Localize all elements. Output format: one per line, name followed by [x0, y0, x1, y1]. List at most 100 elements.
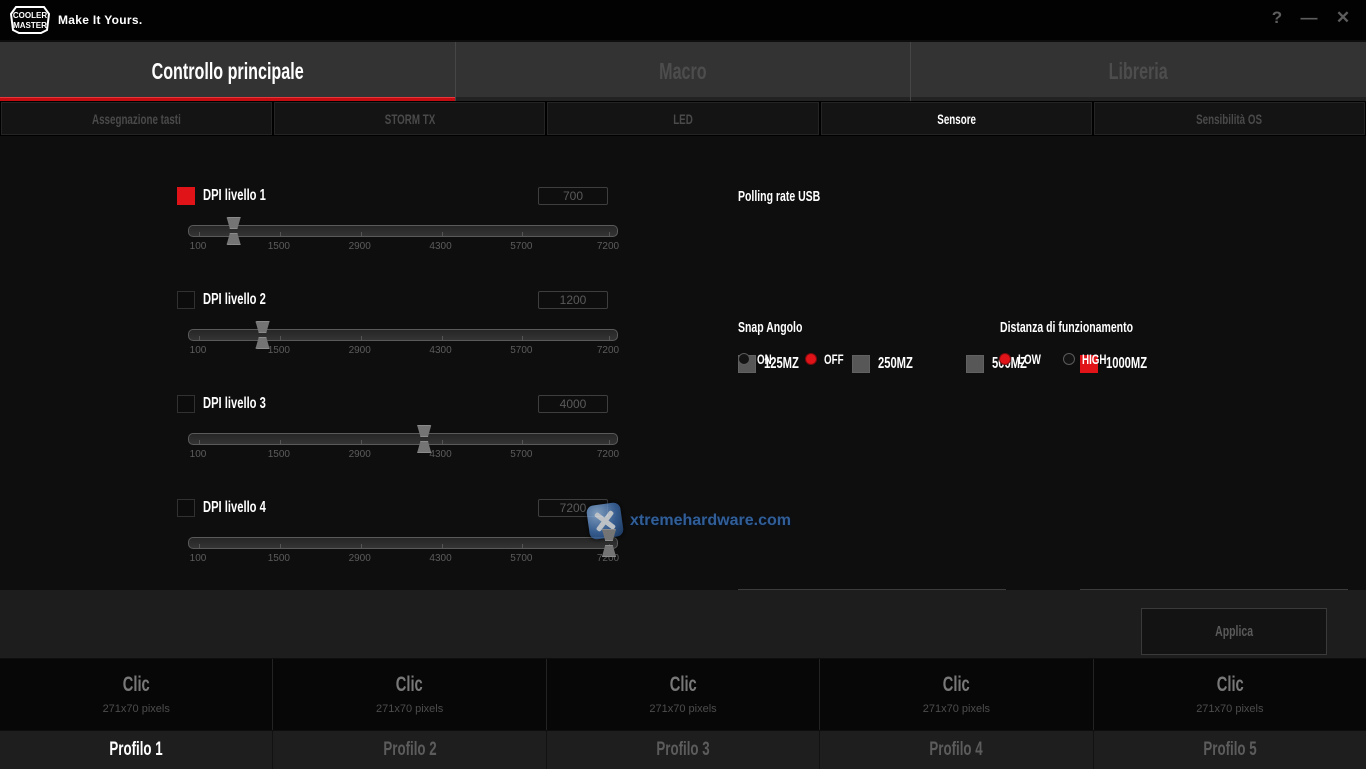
apply-bar: Applica	[0, 590, 1366, 658]
tab-libreria[interactable]: Libreria	[910, 42, 1366, 101]
dpi-level-4-checkbox[interactable]	[177, 499, 195, 517]
tick-mark	[361, 440, 362, 444]
profile-button-previews: Clic 271x70 pixels Clic 271x70 pixels Cl…	[0, 659, 1366, 730]
polling-250-checkbox[interactable]	[852, 355, 870, 373]
tick-label: 100	[190, 345, 207, 356]
dpi-level-2-row: DPI livello 2 1200 100150029004300570072…	[177, 290, 618, 366]
profile-3-preview[interactable]: Clic 271x70 pixels	[547, 659, 820, 730]
dpi-level-3-value-field[interactable]: 4000	[538, 395, 608, 413]
apply-button[interactable]: Applica	[1141, 608, 1327, 655]
tick-mark	[442, 336, 443, 340]
tick-mark	[522, 544, 523, 548]
minimize-icon[interactable]: —	[1296, 8, 1322, 28]
subtab-assegnazione-tasti[interactable]: Assegnazione tasti	[1, 102, 272, 135]
tick-label: 1500	[268, 553, 290, 564]
watermark-text: xtremehardware.com	[630, 512, 791, 530]
tick-label: 1500	[268, 241, 290, 252]
tick-label: 7200	[597, 241, 619, 252]
subtab-sensore[interactable]: Sensore	[821, 102, 1092, 135]
distance-low-option[interactable]: LOW	[999, 351, 1051, 367]
tick-label: 100	[190, 241, 207, 252]
subtab-sensibilita-os[interactable]: Sensibilità OS	[1094, 102, 1365, 135]
dpi-level-2-value-field[interactable]: 1200	[538, 291, 608, 309]
profile-2-preview[interactable]: Clic 271x70 pixels	[273, 659, 546, 730]
snap-off-radio[interactable]	[805, 353, 817, 365]
tick-mark	[609, 440, 610, 444]
tab-macro[interactable]: Macro	[455, 42, 911, 101]
tick-mark	[280, 544, 281, 548]
brand-tagline: Make It Yours.	[58, 13, 142, 27]
subtab-led[interactable]: LED	[547, 102, 818, 135]
snap-angle-label: Snap Angolo	[738, 319, 802, 336]
dpi-level-3-tick-labels: 10015002900430057007200	[188, 449, 618, 461]
dpi-level-2-label: DPI livello 2	[203, 291, 266, 309]
profile-tab-4[interactable]: Profilo 4	[820, 731, 1093, 769]
tick-label: 7200	[597, 449, 619, 460]
tick-mark	[280, 440, 281, 444]
dpi-level-1-slider-track[interactable]	[188, 225, 618, 237]
tick-mark	[609, 232, 610, 236]
dpi-level-4-value-field[interactable]: 7200	[538, 499, 608, 517]
tick-label: 2900	[349, 241, 371, 252]
distance-label: Distanza di funzionamento	[1000, 319, 1133, 336]
dpi-level-3-slider-handle[interactable]	[416, 425, 433, 453]
dpi-level-4-slider-handle[interactable]	[601, 529, 618, 557]
distance-high-radio[interactable]	[1063, 353, 1075, 365]
tick-label: 5700	[510, 241, 532, 252]
tick-mark	[522, 440, 523, 444]
dpi-level-1-row: DPI livello 1 700 1001500290043005700720…	[177, 186, 618, 262]
dpi-level-1-tick-labels: 10015002900430057007200	[188, 241, 618, 253]
tick-label: 5700	[510, 553, 532, 564]
distance-low-radio[interactable]	[999, 353, 1011, 365]
tick-label: 100	[190, 553, 207, 564]
profile-tab-5[interactable]: Profilo 5	[1094, 731, 1366, 769]
tab-controllo-principale[interactable]: Controllo principale	[0, 42, 455, 101]
profile-5-preview[interactable]: Clic 271x70 pixels	[1094, 659, 1366, 730]
dpi-level-2-slider-track[interactable]	[188, 329, 618, 341]
snap-on-radio[interactable]	[738, 353, 750, 365]
svg-text:MASTER: MASTER	[13, 21, 47, 30]
dpi-level-3-slider-track[interactable]	[188, 433, 618, 445]
cooler-master-logo-icon: COOLER MASTER	[10, 4, 50, 36]
profile-tab-1[interactable]: Profilo 1	[0, 731, 273, 769]
tick-label: 2900	[349, 553, 371, 564]
dpi-level-1-slider-handle[interactable]	[225, 217, 242, 245]
tick-label: 4300	[429, 345, 451, 356]
title-bar: COOLER MASTER Make It Yours. ? — ✕	[0, 0, 1366, 40]
tick-mark	[442, 544, 443, 548]
dpi-level-1-value-field[interactable]: 700	[538, 187, 608, 205]
help-icon[interactable]: ?	[1264, 8, 1290, 28]
dpi-level-2-checkbox[interactable]	[177, 291, 195, 309]
profile-tab-3[interactable]: Profilo 3	[547, 731, 820, 769]
profile-1-preview[interactable]: Clic 271x70 pixels	[0, 659, 273, 730]
tick-label: 2900	[349, 345, 371, 356]
subtab-storm-tx[interactable]: STORM TX	[274, 102, 545, 135]
dpi-level-1-checkbox[interactable]	[177, 187, 195, 205]
polling-250-option[interactable]: 250MZ	[852, 355, 928, 373]
tick-mark	[361, 336, 362, 340]
cm-storm-app-window: COOLER MASTER Make It Yours. ? — ✕ Contr…	[0, 0, 1366, 769]
tick-mark	[199, 232, 200, 236]
profile-tab-2[interactable]: Profilo 2	[273, 731, 546, 769]
tick-label: 4300	[429, 449, 451, 460]
snap-on-option[interactable]: ON	[738, 351, 778, 367]
polling-rate-label: Polling rate USB	[738, 188, 820, 205]
distance-high-option[interactable]: HIGH	[1063, 351, 1117, 367]
tick-mark	[442, 232, 443, 236]
dpi-level-2-slider-handle[interactable]	[254, 321, 271, 349]
main-tab-bar: Controllo principale Macro Libreria	[0, 42, 1366, 101]
tick-mark	[442, 440, 443, 444]
polling-500-checkbox[interactable]	[966, 355, 984, 373]
snap-off-option[interactable]: OFF	[805, 351, 852, 367]
close-icon[interactable]: ✕	[1330, 8, 1356, 28]
profile-4-preview[interactable]: Clic 271x70 pixels	[820, 659, 1093, 730]
tick-mark	[199, 544, 200, 548]
dpi-level-3-checkbox[interactable]	[177, 395, 195, 413]
tick-mark	[280, 232, 281, 236]
tick-mark	[609, 336, 610, 340]
dpi-level-1-label: DPI livello 1	[203, 187, 266, 205]
dpi-level-4-slider-track[interactable]	[188, 537, 618, 549]
dpi-level-4-label: DPI livello 4	[203, 499, 266, 517]
tick-mark	[522, 336, 523, 340]
tick-mark	[280, 336, 281, 340]
